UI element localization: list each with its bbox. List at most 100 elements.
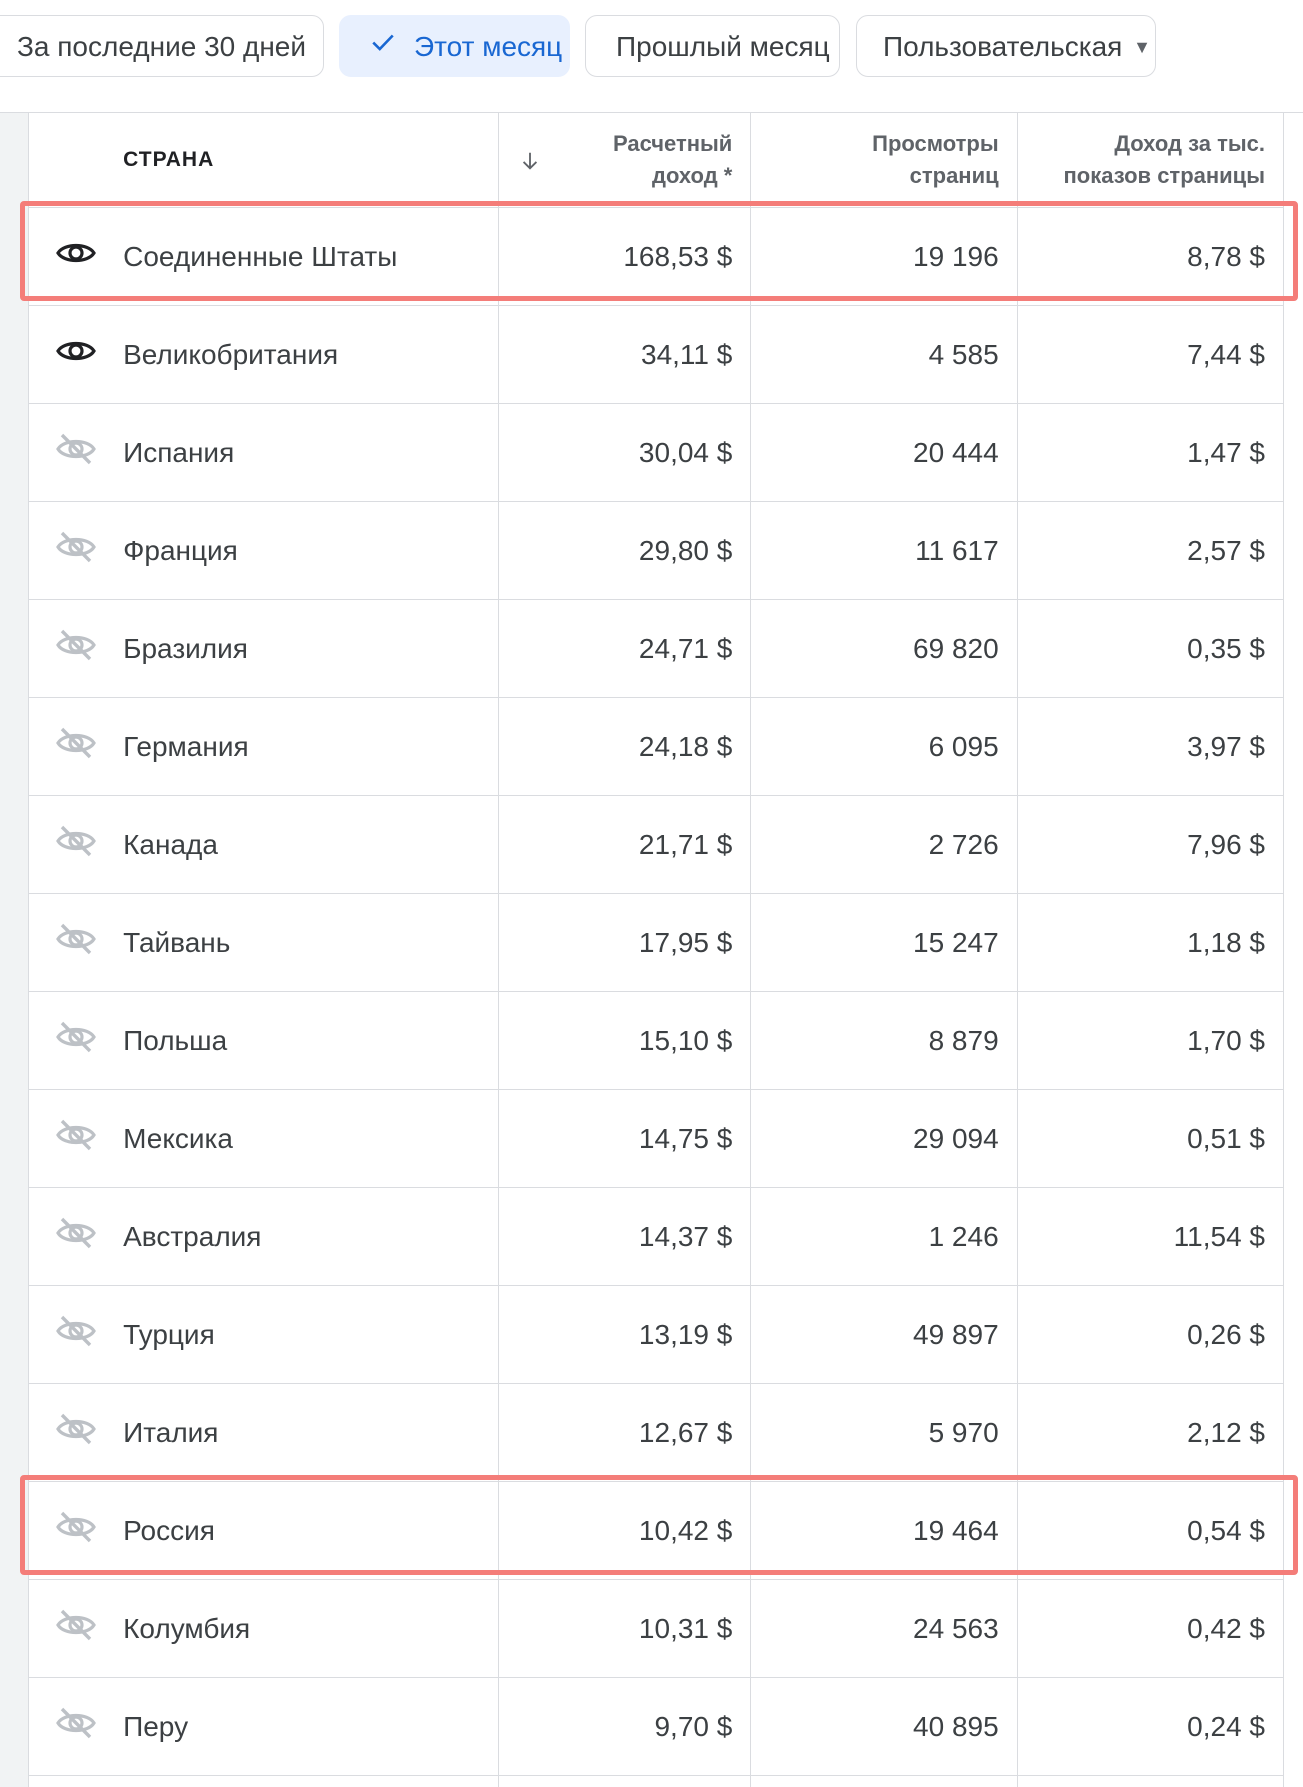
country-cell: Россия — [123, 1482, 498, 1580]
page-views-cell: 1 246 — [751, 1188, 1017, 1286]
eye-off-icon[interactable] — [56, 833, 96, 864]
visibility-cell — [28, 1776, 123, 1787]
revenue-cell: 34,11 $ — [499, 306, 751, 404]
eye-off-icon[interactable] — [56, 539, 96, 570]
page-rpm-cell: 0,51 $ — [1017, 1090, 1283, 1188]
revenue-cell: 13,19 $ — [499, 1286, 751, 1384]
page-views-cell: 4 585 — [751, 306, 1017, 404]
header-page-views[interactable]: Просмотрыстраниц — [751, 113, 1017, 208]
visibility-cell — [28, 1090, 123, 1188]
revenue-cell: 9,70 $ — [499, 1678, 751, 1776]
page-views-cell: 40 895 — [751, 1678, 1017, 1776]
revenue-cell: 21,71 $ — [499, 796, 751, 894]
table-row[interactable]: Франция29,80 $11 6172,57 $ — [28, 502, 1284, 600]
page-views-cell: 2 726 — [751, 796, 1017, 894]
table-row[interactable]: Бразилия24,71 $69 8200,35 $ — [28, 600, 1284, 698]
visibility-cell — [28, 1678, 123, 1776]
table-row[interactable]: Колумбия10,31 $24 5630,42 $ — [28, 1580, 1284, 1678]
eye-off-icon[interactable] — [56, 1323, 96, 1354]
table-row[interactable]: Перу9,70 $40 8950,24 $ — [28, 1678, 1284, 1776]
filter-chip-custom[interactable]: Пользовательская ▼ — [856, 15, 1156, 77]
revenue-cell: 24,71 $ — [499, 600, 751, 698]
header-page-rpm[interactable]: Доход за тыс.показов страницы — [1017, 113, 1283, 208]
table-row[interactable]: Россия10,42 $19 4640,54 $ — [28, 1482, 1284, 1580]
page-views-cell: 20 444 — [751, 404, 1017, 502]
eye-icon[interactable] — [56, 242, 96, 273]
right-divider — [1283, 113, 1303, 1787]
country-cell: Великобритания — [123, 306, 498, 404]
page-views-cell: 19 196 — [751, 208, 1017, 306]
revenue-cell: 30,04 $ — [499, 404, 751, 502]
country-cell: Франция — [123, 502, 498, 600]
country-cell: Тайвань — [123, 894, 498, 992]
eye-off-icon[interactable] — [56, 1127, 96, 1158]
eye-off-icon[interactable] — [56, 1029, 96, 1060]
header-estimated-revenue[interactable]: Расчетныйдоход * — [499, 113, 751, 208]
eye-off-icon[interactable] — [56, 1421, 96, 1452]
header-country[interactable]: СТРАНА — [123, 113, 498, 208]
page-rpm-cell: 0,26 $ — [1017, 1286, 1283, 1384]
eye-off-icon[interactable] — [56, 441, 96, 472]
table-row[interactable]: Мексика14,75 $29 0940,51 $ — [28, 1090, 1284, 1188]
left-divider — [0, 113, 29, 1787]
page-views-cell: 6 095 — [751, 698, 1017, 796]
page-views-cell: 8 879 — [751, 992, 1017, 1090]
country-cell: Германия — [123, 698, 498, 796]
revenue-cell: 15,10 $ — [499, 992, 751, 1090]
eye-off-icon[interactable] — [56, 1225, 96, 1256]
visibility-cell — [28, 1188, 123, 1286]
revenue-cell — [499, 1776, 751, 1787]
page-views-cell: 11 617 — [751, 502, 1017, 600]
filter-chip-label: Этот месяц — [414, 31, 562, 62]
table-row[interactable]: Тайвань17,95 $15 2471,18 $ — [28, 894, 1284, 992]
eye-off-icon[interactable] — [56, 735, 96, 766]
country-cell: Турция — [123, 1286, 498, 1384]
page-views-cell: 49 897 — [751, 1286, 1017, 1384]
filter-chip-label: Прошлый месяц — [616, 31, 830, 62]
visibility-cell — [28, 992, 123, 1090]
arrow-down-icon[interactable] — [519, 149, 541, 181]
page-rpm-cell: 2,12 $ — [1017, 1384, 1283, 1482]
header-visibility — [28, 113, 123, 208]
revenue-cell: 29,80 $ — [499, 502, 751, 600]
filter-chip-last-month[interactable]: Прошлый месяц — [585, 15, 840, 77]
visibility-cell — [28, 502, 123, 600]
eye-off-icon[interactable] — [56, 1519, 96, 1550]
filter-chip-this-month[interactable]: Этот месяц — [339, 15, 570, 77]
filter-chip-label: За последние 30 дней — [17, 31, 306, 62]
eye-off-icon[interactable] — [56, 637, 96, 668]
visibility-cell — [28, 1482, 123, 1580]
eye-off-icon[interactable] — [56, 1617, 96, 1648]
table-row[interactable]: Польша15,10 $8 8791,70 $ — [28, 992, 1284, 1090]
page-views-cell — [751, 1776, 1017, 1787]
revenue-cell: 17,95 $ — [499, 894, 751, 992]
table-row[interactable]: Италия12,67 $5 9702,12 $ — [28, 1384, 1284, 1482]
visibility-cell — [28, 1580, 123, 1678]
revenue-cell: 14,75 $ — [499, 1090, 751, 1188]
visibility-cell — [28, 600, 123, 698]
table-row[interactable]: Канада21,71 $2 7267,96 $ — [28, 796, 1284, 894]
table-row[interactable] — [28, 1776, 1284, 1787]
eye-icon[interactable] — [56, 340, 96, 371]
page-rpm-cell: 7,44 $ — [1017, 306, 1283, 404]
country-cell: Польша — [123, 992, 498, 1090]
table-row[interactable]: Германия24,18 $6 0953,97 $ — [28, 698, 1284, 796]
table-row[interactable]: Австралия14,37 $1 24611,54 $ — [28, 1188, 1284, 1286]
country-cell: Перу — [123, 1678, 498, 1776]
page-rpm-cell: 0,35 $ — [1017, 600, 1283, 698]
country-cell: Колумбия — [123, 1580, 498, 1678]
page-rpm-cell: 3,97 $ — [1017, 698, 1283, 796]
page-views-cell: 15 247 — [751, 894, 1017, 992]
eye-off-icon[interactable] — [56, 931, 96, 962]
table-row[interactable]: Испания30,04 $20 4441,47 $ — [28, 404, 1284, 502]
revenue-cell: 14,37 $ — [499, 1188, 751, 1286]
eye-off-icon[interactable] — [56, 1715, 96, 1746]
visibility-cell — [28, 306, 123, 404]
table-row[interactable]: Турция13,19 $49 8970,26 $ — [28, 1286, 1284, 1384]
revenue-cell: 168,53 $ — [499, 208, 751, 306]
filter-chip-last-30-days[interactable]: За последние 30 дней — [0, 15, 324, 77]
page-views-cell: 5 970 — [751, 1384, 1017, 1482]
country-cell: Канада — [123, 796, 498, 894]
table-row[interactable]: Великобритания34,11 $4 5857,44 $ — [28, 306, 1284, 404]
table-row[interactable]: Соединенные Штаты168,53 $19 1968,78 $ — [28, 208, 1284, 306]
